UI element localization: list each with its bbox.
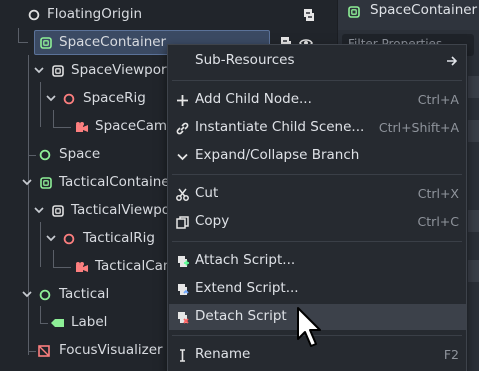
camera-icon xyxy=(76,262,88,272)
inspector-section-strip[interactable] xyxy=(468,210,479,232)
chevron-down-icon[interactable] xyxy=(44,91,58,105)
menu-separator xyxy=(172,241,462,242)
tree-item-label: TacticalRig xyxy=(83,230,155,246)
tree-item-label: TacticalViewpo xyxy=(71,202,171,218)
tree-item-label: SpaceCame xyxy=(95,118,176,134)
menu-item-label: Expand/Collapse Branch xyxy=(195,147,360,163)
menu-item-instantiate-child-scene[interactable]: Instantiate Child Scene... Ctrl+Shift+A xyxy=(169,115,466,141)
menu-item-shortcut: Ctrl+Shift+A xyxy=(378,120,459,135)
mouse-pointer-icon xyxy=(297,307,321,347)
menu-item-add-child-node[interactable]: Add Child Node... Ctrl+A xyxy=(169,87,466,113)
tree-item-label: FloatingOrigin xyxy=(47,6,143,22)
control-circle-icon xyxy=(39,149,51,161)
inspector-header: SpaceContainer xyxy=(338,0,479,30)
text-cursor-icon xyxy=(180,349,185,362)
tree-item-label: Tactical xyxy=(59,286,110,302)
menu-item-attach-script[interactable]: Attach Script... xyxy=(169,248,466,274)
viewport-icon xyxy=(52,65,64,77)
menu-item-label: Rename xyxy=(195,346,251,362)
menu-item-label: Attach Script... xyxy=(195,252,296,268)
tree-item-label: TacticalCan xyxy=(95,258,172,274)
menu-separator xyxy=(172,174,462,175)
chevron-down-icon[interactable] xyxy=(20,175,34,189)
menu-item-shortcut: Ctrl+X xyxy=(417,186,459,201)
script-remove-icon xyxy=(178,312,189,324)
script-extend-icon xyxy=(178,284,189,295)
add-icon xyxy=(177,95,188,106)
tree-item-floating-origin[interactable]: FloatingOrigin xyxy=(0,2,337,28)
control-circle-icon xyxy=(39,289,51,301)
menu-item-label: Add Child Node... xyxy=(195,91,312,107)
menu-separator xyxy=(172,80,462,81)
menu-item-expand-collapse-branch[interactable]: Expand/Collapse Branch xyxy=(169,143,466,169)
arrow-right-icon xyxy=(447,56,458,66)
container-icon xyxy=(348,6,360,18)
menu-item-sub-resources[interactable]: Sub-Resources xyxy=(169,48,466,74)
tree-item-label: SpaceContainer xyxy=(59,34,167,50)
node-circle-icon xyxy=(28,9,40,21)
chevron-down-icon xyxy=(177,153,188,161)
inspector-section-strip[interactable] xyxy=(468,76,479,98)
container-icon xyxy=(40,37,52,49)
tree-item-label: SpaceRig xyxy=(83,90,146,106)
editor-window: FloatingOrigin SpaceContainer SpaceViewp… xyxy=(0,0,479,371)
link-icon xyxy=(176,122,189,135)
container-icon xyxy=(40,177,52,189)
tree-item-label: Space xyxy=(59,146,101,162)
menu-item-shortcut: Ctrl+A xyxy=(417,92,459,107)
reference-rect-icon xyxy=(38,345,50,357)
menu-item-label: Detach Script xyxy=(195,308,287,324)
script-icon[interactable] xyxy=(301,7,315,23)
menu-item-cut[interactable]: Cut Ctrl+X xyxy=(169,181,466,207)
inspector-node-title: SpaceContainer xyxy=(370,2,478,18)
chevron-down-icon[interactable] xyxy=(32,203,46,217)
menu-item-shortcut: Ctrl+C xyxy=(417,214,459,229)
menu-item-label: Instantiate Child Scene... xyxy=(195,119,365,135)
menu-item-label: Extend Script... xyxy=(195,280,299,296)
menu-item-label: Cut xyxy=(195,185,219,201)
tree-item-label: FocusVisualizer xyxy=(59,342,163,358)
tree-item-label: TacticalContaine xyxy=(59,174,170,190)
node3d-circle-icon xyxy=(63,233,75,245)
label-tag-icon xyxy=(51,319,64,327)
chevron-down-icon[interactable] xyxy=(20,287,34,301)
inspector-section-strip[interactable] xyxy=(468,260,479,282)
menu-item-label: Copy xyxy=(195,213,230,229)
tree-item-label: SpaceViewport xyxy=(71,62,172,78)
menu-item-extend-script[interactable]: Extend Script... xyxy=(169,276,466,302)
script-add-icon xyxy=(178,256,189,267)
tree-item-label: Label xyxy=(71,314,108,330)
scissors-icon xyxy=(176,188,189,201)
camera-icon xyxy=(76,122,88,132)
node3d-circle-icon xyxy=(63,93,75,105)
menu-item-label: Sub-Resources xyxy=(195,52,295,68)
menu-item-copy[interactable]: Copy Ctrl+C xyxy=(169,209,466,235)
chevron-down-icon[interactable] xyxy=(44,231,58,245)
viewport-icon xyxy=(52,205,64,217)
menu-item-shortcut: F2 xyxy=(443,347,459,362)
copy-icon xyxy=(176,216,189,229)
inspector-section-strip[interactable] xyxy=(468,120,479,142)
chevron-down-icon[interactable] xyxy=(32,63,46,77)
